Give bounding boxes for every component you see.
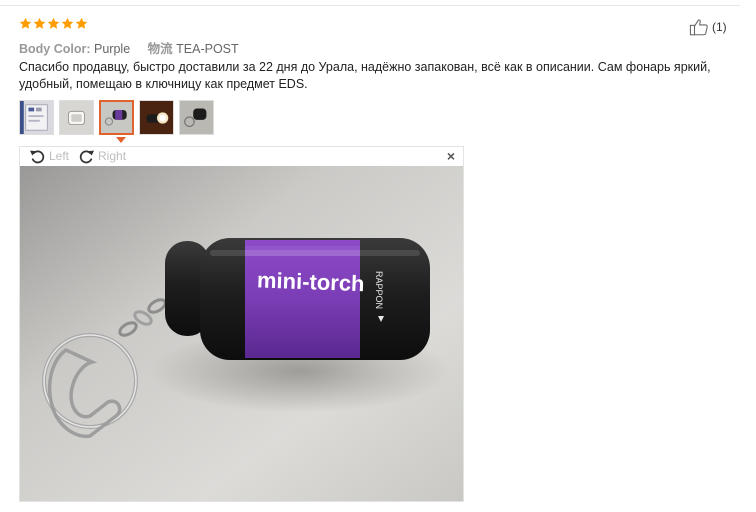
image-viewer: Left Right × mini-torch RAPPON — [19, 146, 464, 502]
rotate-right-label: Right — [98, 149, 127, 163]
review-photo: mini-torch RAPPON — [20, 166, 463, 501]
rotate-left-label: Left — [49, 149, 70, 163]
thumbnail-image — [101, 102, 132, 133]
star-icon — [75, 17, 88, 29]
thumbnail-5[interactable] — [179, 100, 214, 135]
thumbnail-2[interactable] — [59, 100, 94, 135]
rotate-left-icon — [29, 150, 45, 163]
star-icon — [19, 17, 32, 29]
viewer-toolbar: Left Right × — [20, 147, 463, 165]
rotate-left-button[interactable]: Left — [28, 147, 69, 166]
shipping-value: TEA-POST — [176, 42, 239, 56]
close-icon[interactable]: × — [447, 149, 455, 163]
divider — [0, 5, 740, 6]
star-icon — [61, 17, 74, 29]
star-icon — [47, 17, 60, 29]
thumbnail-image — [60, 101, 93, 134]
shipping-key: 物流 — [147, 42, 173, 56]
active-thumbnail-indicator — [116, 137, 126, 143]
rotate-right-button[interactable]: Right — [77, 147, 126, 166]
thumbnail-1[interactable] — [19, 100, 54, 135]
color-key: Body Color: — [19, 42, 91, 56]
torch-side-label: RAPPON — [374, 271, 384, 309]
like-count: (1) — [712, 20, 727, 34]
thumbs-up-icon — [689, 19, 708, 36]
thumbnail-image — [20, 101, 53, 134]
torch-label: mini-torch — [257, 267, 365, 296]
review-text: Спасибо продавцу, быстро доставили за 22… — [19, 60, 711, 91]
color-value: Purple — [94, 42, 131, 56]
order-info: Body Color: Purple 物流 TEA-POST — [19, 38, 239, 57]
rotate-right-icon — [79, 150, 95, 163]
thumbnail-image — [140, 101, 173, 134]
thumbnail-3[interactable] — [99, 100, 134, 135]
star-rating — [19, 17, 88, 30]
star-icon — [33, 17, 46, 29]
thumbnail-image — [180, 101, 213, 134]
helpful-button[interactable]: (1) — [689, 18, 727, 36]
review-thumbnails — [19, 100, 214, 135]
thumbnail-4[interactable] — [139, 100, 174, 135]
